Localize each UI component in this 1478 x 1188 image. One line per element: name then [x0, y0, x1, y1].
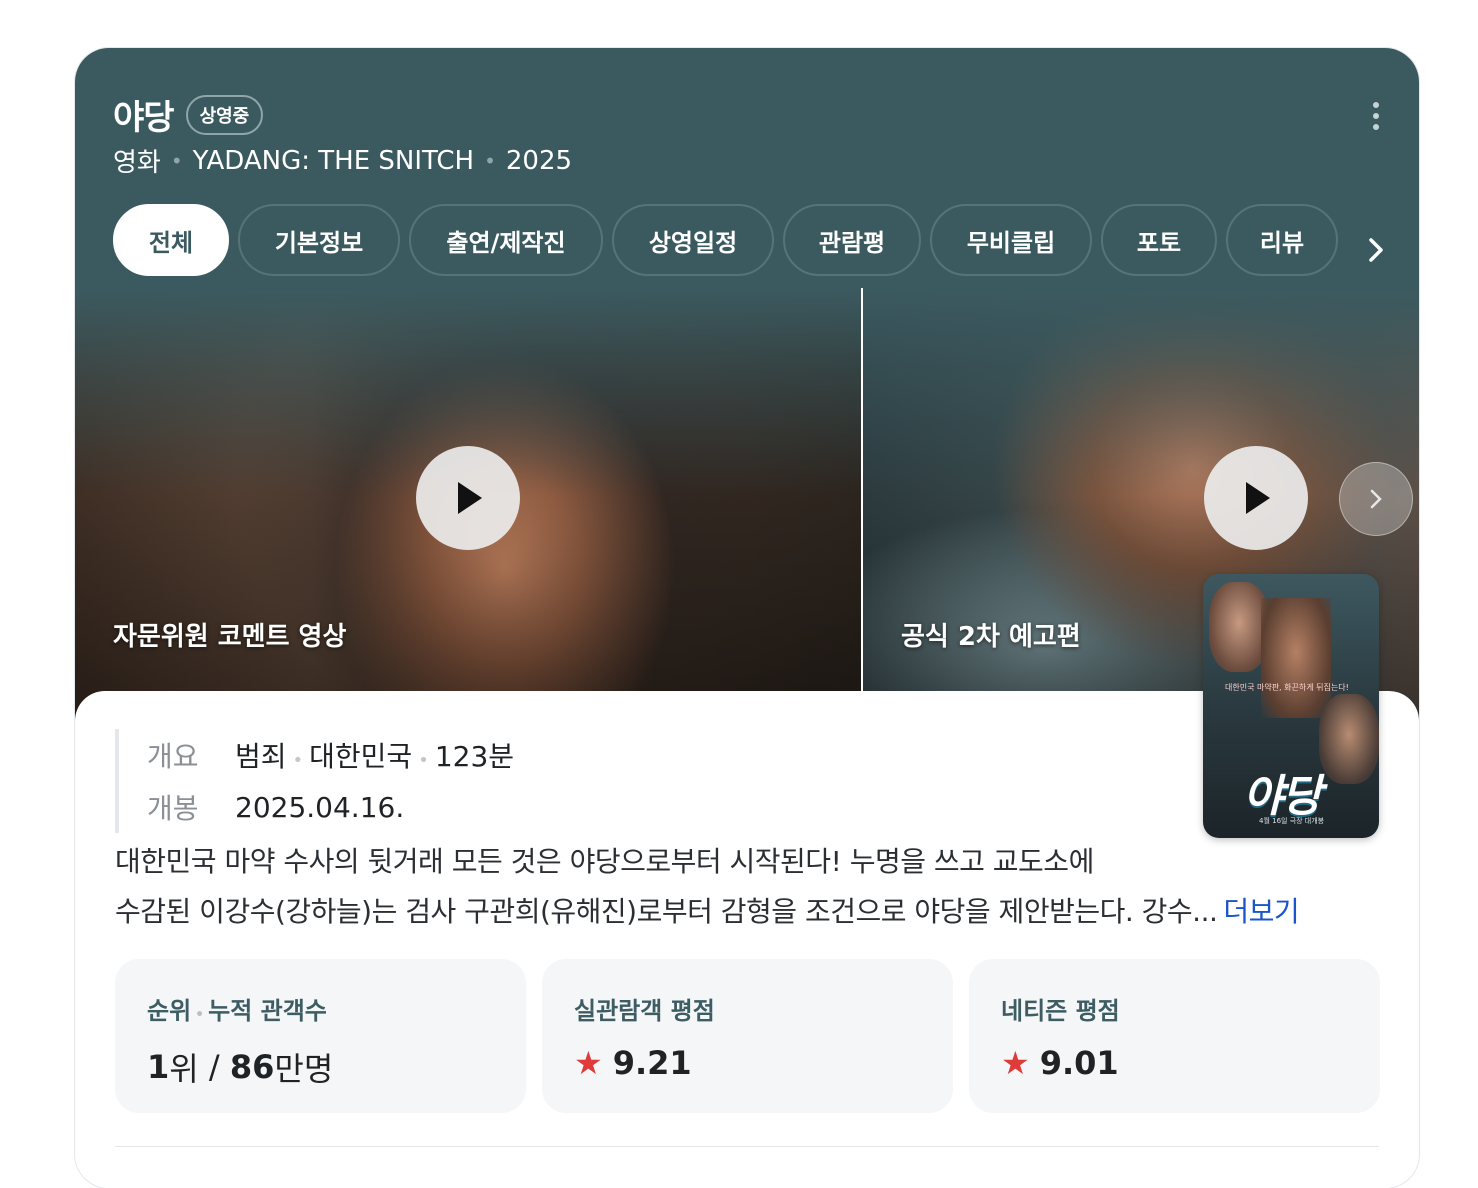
fact-list: 개요 범죄 • 대한민국 • 123분 개봉 2025.04.16.	[115, 729, 514, 833]
release-row: 개봉 2025.04.16.	[147, 781, 514, 833]
audience-rating-card[interactable]: 실관람객 평점 ★ 9.21	[542, 959, 953, 1113]
separator-dot: •	[170, 148, 183, 173]
movie-poster[interactable]: 대한민국 마약판, 화끈하게 뒤집는다! 야당 4월 16일 극장 대개봉	[1203, 574, 1379, 838]
divider	[115, 1146, 1379, 1147]
runtime: 123분	[434, 740, 515, 773]
audience-rating-value: ★ 9.21	[574, 1044, 692, 1082]
poster-title: 야당	[1243, 771, 1322, 822]
more-link[interactable]: 더보기	[1223, 895, 1299, 928]
category-label: 영화	[113, 148, 161, 178]
release-date: 2025.04.16.	[235, 790, 405, 824]
english-title: YADANG: THE SNITCH	[192, 145, 475, 176]
country: 대한민국	[309, 740, 413, 773]
tab-bar: 전체 기본정보 출연/제작진 상영일정 관람평 무비클립 포토 리뷰	[113, 204, 1347, 276]
clip-title: 공식 2차 예고편	[901, 622, 1081, 652]
chevron-right-icon[interactable]	[1361, 232, 1391, 268]
poster-date: 4월 16일 극장 대개봉	[1259, 817, 1325, 825]
tab-reviews-rating[interactable]: 관람평	[783, 204, 921, 276]
stats-row: 순위 • 누적 관객수 1위 / 86 만명 실관람객 평점 ★ 9.21 네티즌 평점…	[115, 959, 1380, 1113]
play-icon[interactable]	[416, 446, 520, 550]
video-clip-1[interactable]: 자문위원 코멘트 영상	[75, 288, 861, 748]
clip-title: 자문위원 코멘트 영상	[113, 622, 347, 652]
tab-showtimes[interactable]: 상영일정	[612, 204, 774, 276]
synopsis-line: 대한민국 마약 수사의 뒷거래 모든 것은 야당으로부터 시작된다! 누명을 쓰…	[115, 845, 1094, 878]
tab-all[interactable]: 전체	[113, 204, 229, 276]
netizen-rating-label: 네티즌 평점	[1001, 997, 1120, 1025]
tab-reviews[interactable]: 리뷰	[1226, 204, 1338, 276]
overview-value: 범죄 • 대한민국 • 123분	[235, 740, 515, 773]
more-vert-icon[interactable]	[1365, 98, 1387, 134]
release-year: 2025	[505, 145, 573, 176]
movie-subtitle: 영화 • YADANG: THE SNITCH • 2025	[113, 142, 572, 179]
genre: 범죄	[235, 740, 287, 773]
tab-basic-info[interactable]: 기본정보	[238, 204, 400, 276]
star-icon: ★	[574, 1044, 603, 1082]
movie-card: 야당 상영중 영화 • YADANG: THE SNITCH • 2025 전체…	[75, 48, 1419, 1188]
overview-label: 개요	[147, 740, 199, 773]
audience-rating-label: 실관람객 평점	[574, 997, 715, 1025]
release-label: 개봉	[147, 792, 199, 825]
tab-photos[interactable]: 포토	[1101, 204, 1217, 276]
netizen-rating-value: ★ 9.01	[1001, 1044, 1119, 1082]
title-row: 야당 상영중	[113, 90, 264, 139]
rank-card[interactable]: 순위 • 누적 관객수 1위 / 86 만명	[115, 959, 526, 1113]
overview-row: 개요 범죄 • 대한민국 • 123분	[147, 729, 514, 781]
play-icon[interactable]	[1204, 446, 1308, 550]
tab-movie-clips[interactable]: 무비클립	[930, 204, 1092, 276]
separator-dot: •	[484, 148, 496, 173]
status-badge: 상영중	[185, 94, 264, 135]
poster-tagline: 대한민국 마약판, 화끈하게 뒤집는다!	[1225, 683, 1349, 692]
rank-label: 순위 • 누적 관객수	[147, 997, 327, 1025]
synopsis-line: 수감된 이강수(강하늘)는 검사 구관희(유해진)로부터 감형을 조건으로 야당…	[115, 895, 1300, 928]
synopsis: 대한민국 마약 수사의 뒷거래 모든 것은 야당으로부터 시작된다! 누명을 쓰…	[115, 837, 1385, 937]
movie-header: 야당 상영중 영화 • YADANG: THE SNITCH • 2025 전체…	[75, 48, 1419, 288]
rank-value: 1위 / 86 만명	[147, 1048, 334, 1088]
carousel-next-button[interactable]	[1339, 462, 1413, 536]
movie-title[interactable]: 야당	[113, 90, 175, 139]
star-icon: ★	[1001, 1044, 1030, 1082]
netizen-rating-card[interactable]: 네티즌 평점 ★ 9.01	[969, 959, 1380, 1113]
tab-cast-crew[interactable]: 출연/제작진	[409, 204, 603, 276]
